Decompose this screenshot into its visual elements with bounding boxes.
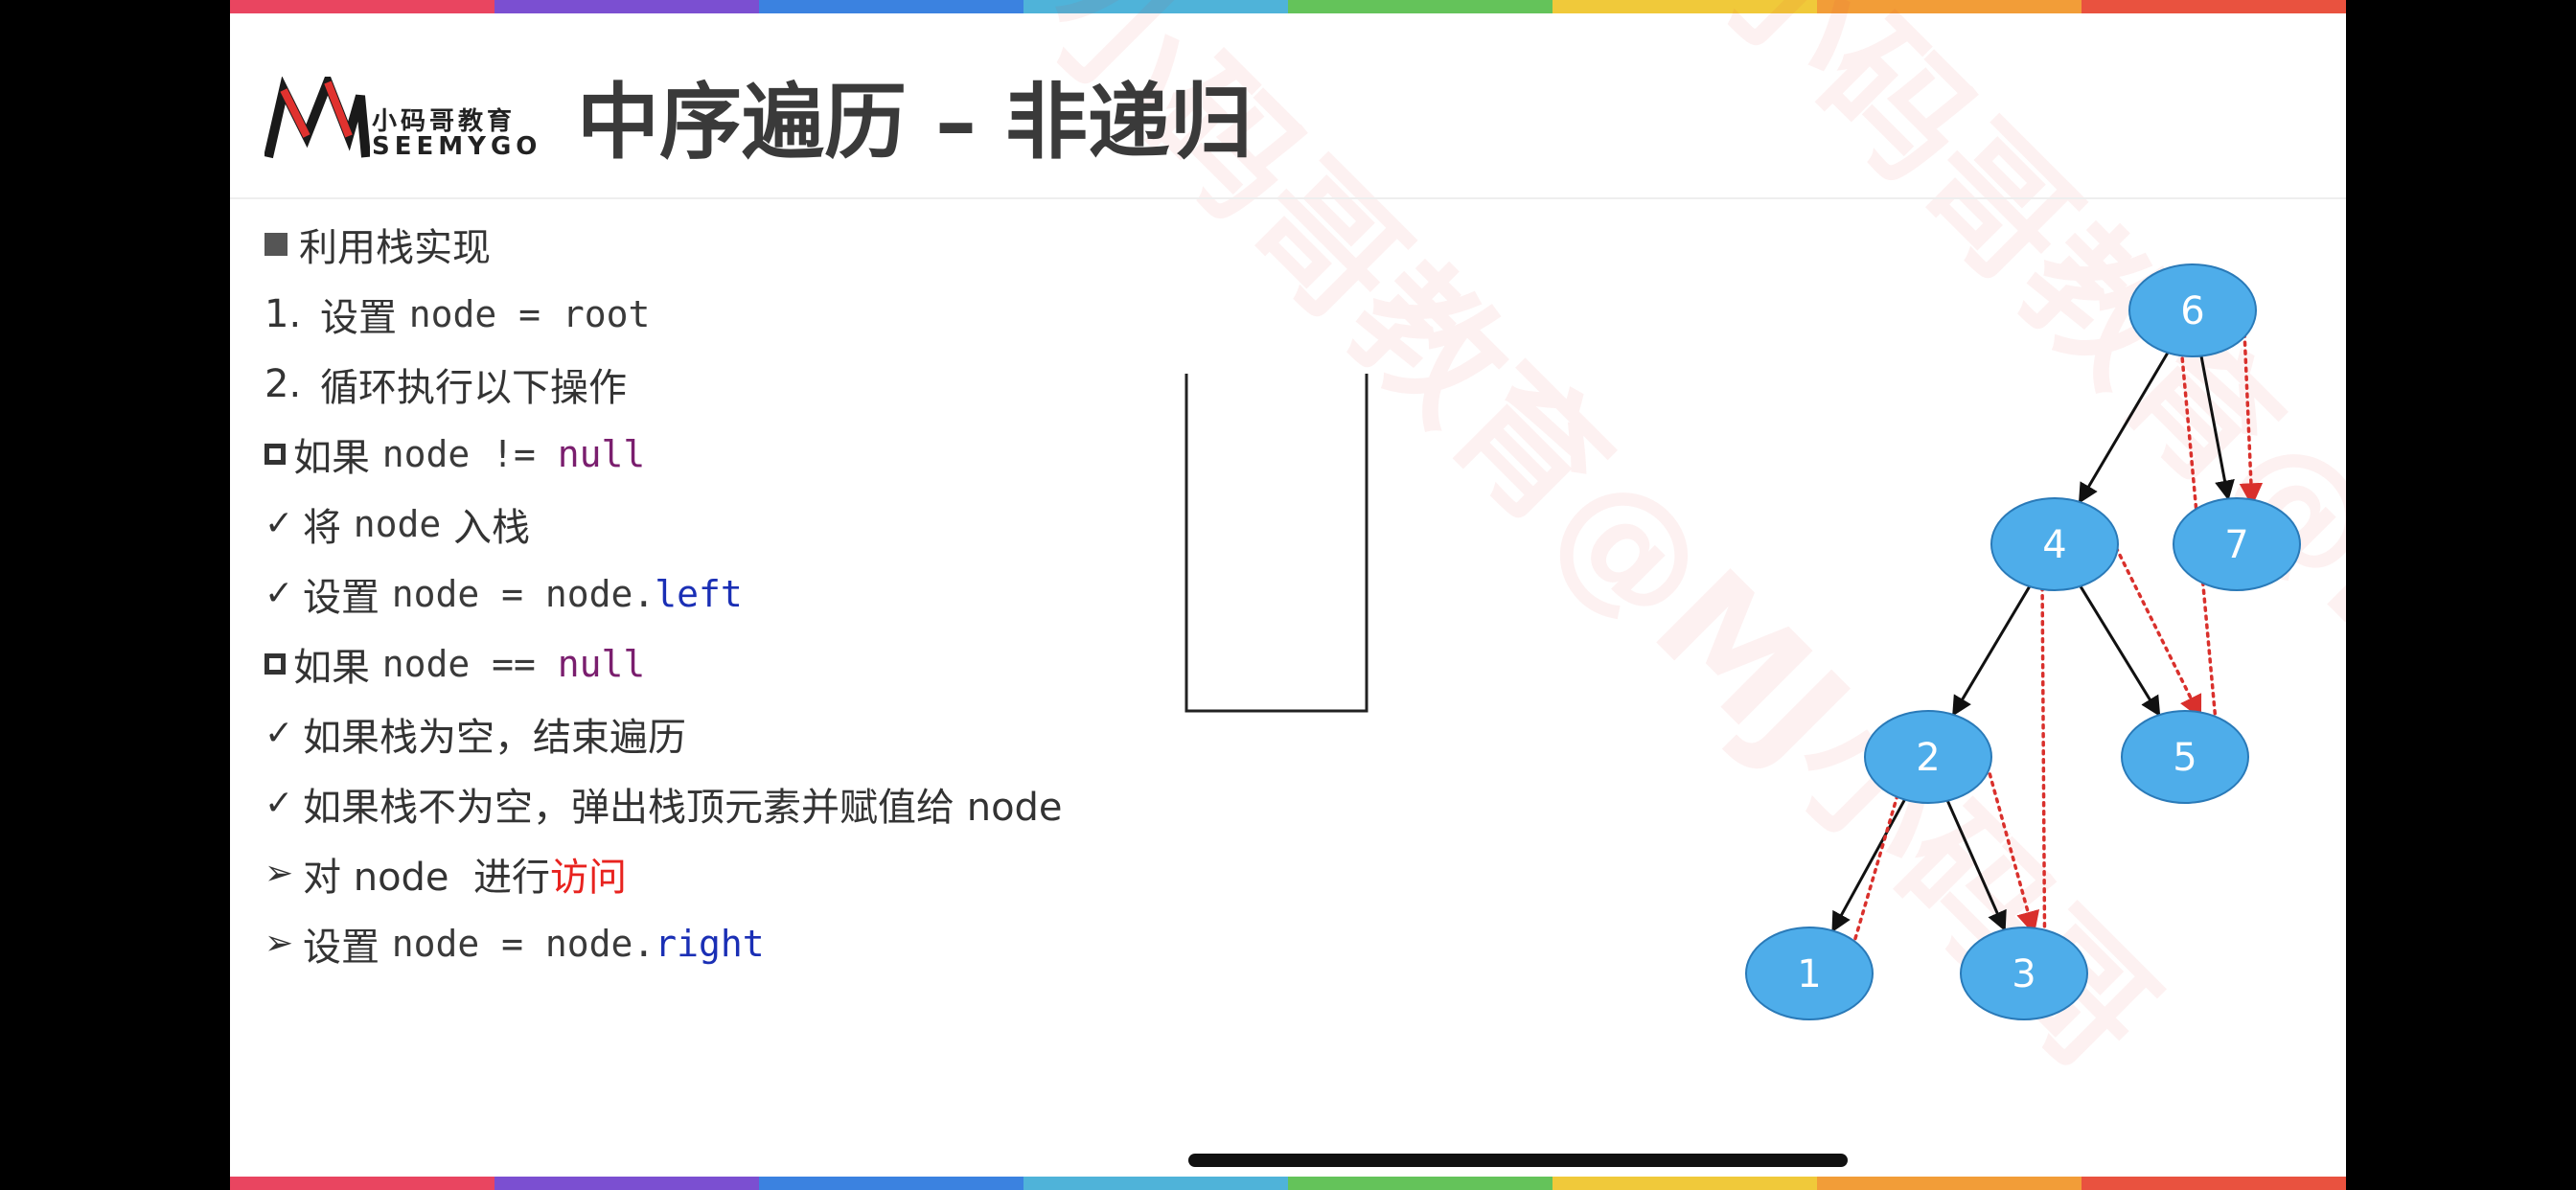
- step-text: 设置: [303, 925, 392, 970]
- step-keyword: left: [655, 572, 743, 615]
- tree-node-4: 4: [1990, 497, 2119, 591]
- step-text: 如果栈为空，结束遍历: [303, 715, 686, 760]
- check-bullet-icon: ✓: [264, 784, 294, 823]
- traversal-trace: [1851, 268, 2264, 949]
- step-text: 如果: [293, 645, 382, 690]
- step-number: 2.: [264, 361, 302, 406]
- step-highlight: 访问: [549, 855, 627, 900]
- step-line: 2. 循环执行以下操作: [264, 349, 1063, 419]
- step-code: node ==: [381, 642, 558, 685]
- tree-node-1: 1: [1745, 927, 1874, 1020]
- step-code: node = node.: [391, 922, 656, 965]
- tree-node-label: 6: [2180, 289, 2204, 333]
- title-divider: [230, 197, 2346, 199]
- tree-edge: [1951, 585, 2032, 717]
- step-text: 如果: [293, 435, 382, 480]
- tree-edge: [2078, 352, 2170, 504]
- hollow-square-bullet-icon: [264, 652, 286, 675]
- step-code: node = root: [408, 292, 651, 335]
- tree-node-label: 4: [2042, 523, 2066, 567]
- step-line: 如果 node != null: [264, 419, 1063, 489]
- logo: 小码哥教育 SEEMYGO: [264, 77, 552, 163]
- step-keyword: null: [557, 432, 646, 475]
- tree-edges: [1831, 352, 2235, 933]
- step-text: 利用栈实现: [299, 225, 491, 270]
- tree-node-2: 2: [1864, 710, 1992, 804]
- slide: 小码哥教育@MJ小码哥 小码哥教育@MJ小码哥 小码哥教育 SEEMYGO 中序…: [230, 0, 2346, 1190]
- tree-node-3: 3: [1960, 927, 2088, 1020]
- tree-edge: [1831, 798, 1906, 933]
- tree-node-label: 2: [1916, 736, 1940, 780]
- square-bullet-icon: [264, 232, 288, 256]
- step-code: node !=: [381, 432, 558, 475]
- tree-node-label: 1: [1797, 952, 1821, 996]
- tree-edge: [1945, 800, 2007, 932]
- tree-edge: [2199, 355, 2235, 501]
- check-bullet-icon: ✓: [264, 504, 294, 543]
- top-color-strip: [230, 0, 2346, 13]
- binary-tree-diagram: 6 4 7 2 5 1 3: [1745, 263, 2301, 1020]
- step-line: 1. 设置 node = root: [264, 279, 1063, 349]
- step-code: node = node.: [391, 572, 656, 615]
- step-line: ✓ 如果栈不为空，弹出栈顶元素并赋值给 node: [264, 768, 1063, 838]
- step-text: 设置: [303, 575, 392, 620]
- step-text: 循环执行以下操作: [320, 365, 627, 410]
- step-code: node: [353, 502, 442, 545]
- stack-diagram: [1184, 374, 1368, 713]
- step-line: ➢ 对 node 进行 访问: [264, 838, 1063, 908]
- step-line: ✓ 如果栈为空，结束遍历: [264, 698, 1063, 768]
- hollow-square-bullet-icon: [264, 443, 286, 465]
- check-bullet-icon: ✓: [264, 714, 294, 753]
- home-indicator: [1188, 1154, 1848, 1167]
- step-text: 入栈: [441, 505, 530, 550]
- step-keyword: right: [655, 922, 765, 965]
- step-line: 如果 node == null: [264, 629, 1063, 698]
- step-text: 对 node 进行: [303, 855, 550, 900]
- algorithm-steps: 利用栈实现 1. 设置 node = root 2. 循环执行以下操作如果 node !…: [264, 209, 1063, 978]
- step-line: ➢ 设置 node = node. right: [264, 908, 1063, 978]
- tree-node-5: 5: [2121, 710, 2249, 804]
- step-text: 将: [303, 505, 354, 550]
- logo-mark-icon: [264, 77, 370, 159]
- arrow-bullet-icon: ➢: [264, 854, 294, 893]
- tree-node-label: 3: [2012, 952, 2036, 996]
- step-text: 如果栈不为空，弹出栈顶元素并赋值给 node: [303, 785, 1063, 830]
- step-keyword: null: [557, 642, 646, 685]
- tree-nodes: 6 4 7 2 5 1 3: [1745, 263, 2301, 1020]
- tree-node-6: 6: [2128, 263, 2257, 357]
- bottom-color-strip: [230, 1177, 2346, 1190]
- tree-node-label: 5: [2173, 736, 2196, 780]
- step-line: ✓ 设置 node = node. left: [264, 559, 1063, 629]
- step-line: ✓ 将 node 入栈: [264, 489, 1063, 559]
- check-bullet-icon: ✓: [264, 574, 294, 613]
- slide-title: 中序遍历 – 非递归: [577, 75, 1253, 171]
- tree-edge: [2079, 585, 2161, 717]
- step-text: 设置: [320, 295, 409, 340]
- tree-node-label: 7: [2224, 523, 2248, 567]
- step-line: 利用栈实现: [264, 209, 1063, 279]
- tree-node-7: 7: [2173, 497, 2301, 591]
- logo-text-en: SEEMYGO: [372, 132, 542, 161]
- step-number: 1.: [264, 291, 302, 336]
- arrow-bullet-icon: ➢: [264, 924, 294, 963]
